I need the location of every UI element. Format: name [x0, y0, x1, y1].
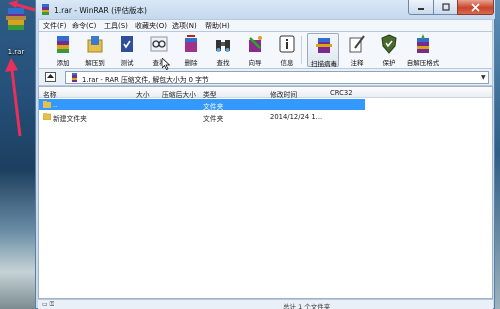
add-archive-icon — [57, 36, 69, 53]
add-button[interactable]: 添加 — [49, 33, 77, 67]
comment-button[interactable]: 注释 — [343, 33, 371, 67]
comment-label: 注释 — [350, 59, 364, 67]
extract-to-button[interactable]: 解压到 — [81, 33, 109, 67]
up-folder-button[interactable] — [45, 72, 56, 82]
table-row[interactable]: .. 文件夹 — [39, 99, 365, 111]
protect-button[interactable]: 保护 — [375, 33, 403, 67]
delete-button[interactable]: 删除 — [177, 33, 205, 67]
column-packed[interactable]: 压缩后大小 — [162, 89, 196, 99]
menu-options[interactable]: 选项(N) — [172, 21, 197, 31]
rar-archive-icon — [72, 73, 77, 82]
menu-commands[interactable]: 命令(C) — [72, 21, 96, 31]
column-size[interactable]: 大小 — [136, 89, 150, 99]
column-type[interactable]: 类型 — [203, 89, 217, 99]
path-text: 1.rar - RAR 压缩文件, 解包大小为 0 字节 — [82, 76, 209, 84]
menu-help[interactable]: 帮助(H) — [205, 21, 230, 31]
status-bar: ▭ ⚿ 总计 1 个文件夹 — [38, 299, 493, 309]
delete-label: 删除 — [184, 59, 198, 67]
info-button[interactable]: 信息 — [273, 33, 301, 67]
scan-virus-icon — [316, 38, 332, 53]
menu-file[interactable]: 文件(F) — [43, 21, 67, 31]
comment-pen-icon — [349, 35, 365, 53]
status-drive-icon[interactable]: ▭ ⚿ — [42, 301, 54, 309]
maximize-button[interactable] — [433, 0, 458, 15]
test-icon — [121, 36, 133, 52]
up-arrow-icon — [47, 74, 54, 78]
extract-to-label: 解压到 — [85, 59, 105, 67]
scan-virus-label: 扫描病毒 — [311, 60, 337, 68]
close-button[interactable] — [457, 0, 494, 15]
menu-favorites[interactable]: 收藏夹(O) — [135, 21, 167, 31]
column-header: 名称 大小 压缩后大小 类型 修改时间 CRC32 — [39, 87, 492, 99]
desktop-icon-label[interactable]: 1.rar — [1, 48, 31, 56]
sfx-button[interactable]: 自解压格式 — [407, 33, 439, 67]
sfx-label: 自解压格式 — [406, 59, 440, 67]
find-button[interactable]: 查找 — [209, 33, 237, 67]
folder-icon — [43, 113, 51, 120]
menu-tools[interactable]: 工具(S) — [104, 21, 128, 31]
info-label: 信息 — [280, 59, 294, 67]
row-type: 文件夹 — [203, 103, 224, 111]
chevron-down-icon[interactable]: ▼ — [481, 74, 486, 81]
info-icon — [279, 35, 295, 53]
scan-virus-button[interactable]: 扫描病毒 — [307, 33, 339, 68]
title-bar[interactable]: 1.rar - WinRAR (评估版本) — [36, 0, 495, 19]
pointer-arrow-icon — [5, 58, 22, 137]
row-name: 新建文件夹 — [53, 115, 87, 123]
column-crc32[interactable]: CRC32 — [330, 89, 353, 97]
extract-folder-icon — [87, 36, 103, 53]
add-label: 添加 — [56, 59, 70, 67]
find-label: 查找 — [216, 59, 230, 67]
path-bar: 1.rar - RAR 压缩文件, 解包大小为 0 字节 ▼ — [38, 68, 493, 86]
view-glasses-icon — [150, 36, 168, 52]
path-field[interactable]: 1.rar - RAR 压缩文件, 解包大小为 0 字节 ▼ — [65, 71, 489, 84]
toolbar: 添加 解压到 测试 查看 删除 查找 向导 信息 扫描病毒 注释 保护 自解压格… — [38, 32, 493, 68]
wizard-icon — [249, 36, 262, 52]
mouse-cursor-icon — [162, 58, 170, 70]
menu-bar: 文件(F) 命令(C) 工具(S) 收藏夹(O) 选项(N) 帮助(H) — [38, 19, 493, 32]
binoculars-icon — [216, 40, 230, 52]
window-title: 1.rar - WinRAR (评估版本) — [54, 6, 147, 15]
delete-icon — [185, 35, 197, 52]
winrar-app-icon — [42, 4, 49, 15]
row-modified: 2014/12/24 1... — [270, 113, 323, 121]
sfx-archive-icon — [417, 34, 429, 53]
row-type: 文件夹 — [203, 115, 224, 123]
column-modified[interactable]: 修改时间 — [270, 89, 297, 99]
close-icon — [471, 2, 480, 12]
minimize-icon — [418, 8, 424, 10]
table-row[interactable]: 新建文件夹 文件夹 2014/12/24 1... — [39, 111, 365, 123]
maximize-icon — [441, 3, 450, 11]
wizard-button[interactable]: 向导 — [241, 33, 269, 67]
test-button[interactable]: 测试 — [113, 33, 141, 67]
minimize-button[interactable] — [408, 0, 434, 15]
toolbar-separator — [301, 36, 302, 64]
winrar-window: 1.rar - WinRAR (评估版本) 文件(F) 命令(C) 工具(S) … — [35, 0, 495, 309]
desktop-strip: 1.rar — [0, 0, 43, 309]
column-name[interactable]: 名称 — [43, 89, 57, 99]
wizard-label: 向导 — [248, 59, 262, 67]
row-name: .. — [53, 101, 58, 109]
shield-icon — [381, 34, 397, 54]
status-text: 总计 1 个文件夹 — [283, 303, 331, 309]
view-label: 查看 — [152, 59, 166, 67]
test-label: 测试 — [120, 59, 134, 67]
parent-folder-icon — [43, 101, 51, 108]
file-list[interactable]: 名称 大小 压缩后大小 类型 修改时间 CRC32 .. 文件夹 新建文件夹 文… — [38, 86, 493, 299]
